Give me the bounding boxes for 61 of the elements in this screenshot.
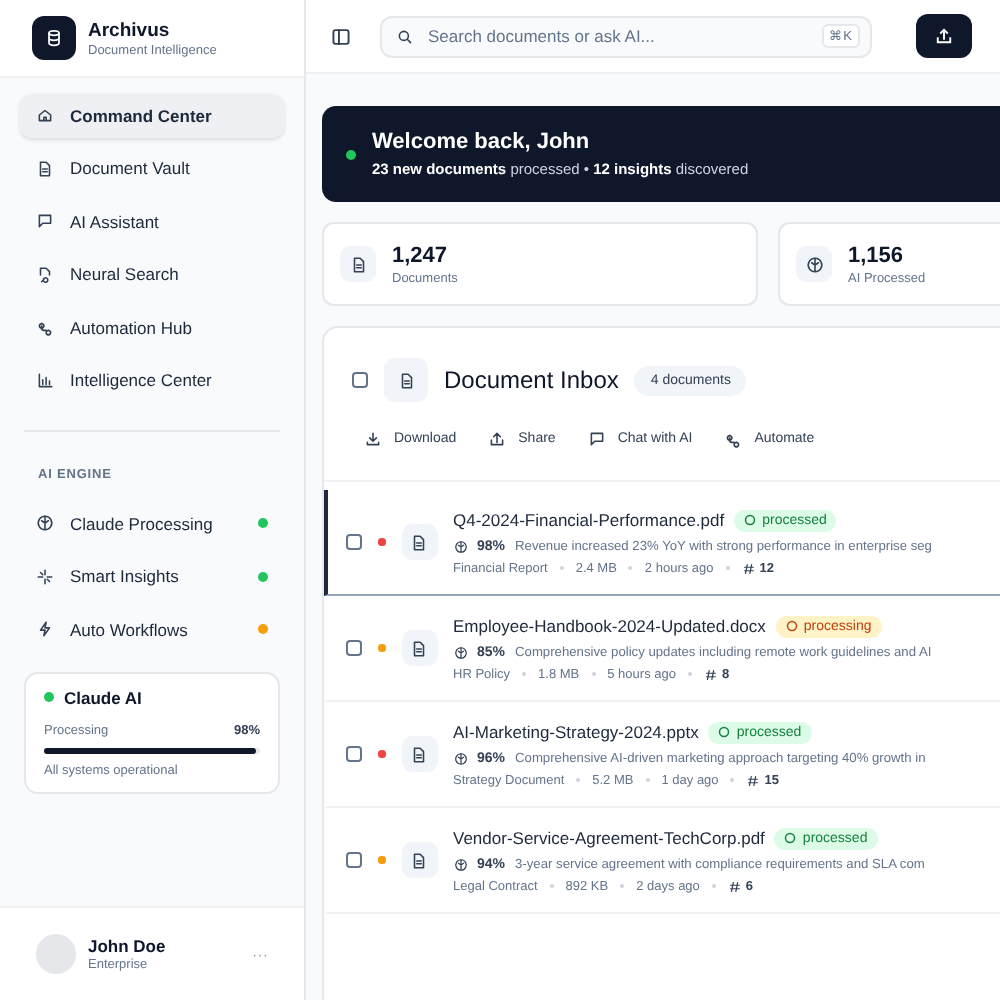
stat-value: 1,156 bbox=[848, 243, 906, 267]
upload-button[interactable] bbox=[916, 14, 972, 58]
file-icon bbox=[410, 533, 428, 551]
stat-value: 1,247 bbox=[392, 243, 450, 267]
tag-icon bbox=[746, 773, 761, 787]
file-icon bbox=[410, 745, 428, 763]
engine-icon bbox=[36, 567, 54, 586]
engine-item[interactable]: Smart Insights bbox=[20, 555, 284, 598]
engine-item[interactable]: Auto Workflows bbox=[20, 608, 284, 651]
avatar-circle bbox=[36, 934, 76, 974]
file-name: Vendor-Service-Agreement-TechCorp.pdf bbox=[453, 828, 765, 848]
stat-icon bbox=[805, 255, 823, 273]
select-all-checkbox[interactable] bbox=[352, 372, 368, 388]
nav-item[interactable]: Document Vault bbox=[20, 147, 284, 190]
inbox-title: Document Inbox bbox=[444, 366, 619, 394]
tag-icon bbox=[703, 667, 718, 681]
engine-icon bbox=[36, 514, 54, 533]
search-icon bbox=[396, 27, 414, 45]
nav-icon bbox=[36, 371, 54, 390]
ai-icon bbox=[453, 645, 467, 659]
user-name: John Doe bbox=[88, 936, 168, 956]
file-icon bbox=[410, 851, 428, 869]
nav-item[interactable]: Command Center bbox=[20, 94, 284, 137]
status-dot bbox=[346, 149, 356, 159]
share-icon bbox=[488, 430, 507, 448]
engine-icon bbox=[36, 620, 54, 639]
tag-icon bbox=[727, 879, 742, 893]
ai-icon bbox=[453, 751, 467, 765]
sidebar-toggle-icon[interactable] bbox=[330, 25, 352, 47]
document-icon bbox=[397, 371, 415, 389]
row-checkbox[interactable] bbox=[346, 640, 362, 656]
file-name: AI-Marketing-Strategy-2024.pptx bbox=[453, 722, 699, 742]
upload-icon bbox=[934, 26, 954, 46]
nav-icon bbox=[36, 318, 54, 337]
brand-name: Archivus bbox=[88, 19, 172, 41]
chat-icon bbox=[587, 430, 606, 448]
nav-item[interactable]: AI Assistant bbox=[20, 200, 284, 243]
nav-item[interactable]: Intelligence Center bbox=[20, 359, 284, 402]
nav-icon bbox=[36, 106, 54, 125]
nav-item[interactable]: Neural Search bbox=[20, 253, 284, 296]
stat-icon bbox=[349, 255, 367, 273]
row-checkbox[interactable] bbox=[346, 852, 362, 868]
tag-icon bbox=[741, 561, 756, 575]
welcome-title: Welcome back, John bbox=[372, 130, 592, 154]
file-name: Q4-2024-Financial-Performance.pdf bbox=[453, 510, 725, 530]
file-icon bbox=[410, 639, 428, 657]
download-icon bbox=[364, 430, 382, 448]
flow-icon bbox=[724, 430, 743, 448]
nav-item[interactable]: Automation Hub bbox=[20, 306, 284, 349]
nav-icon bbox=[36, 159, 54, 178]
engine-item[interactable]: Claude Processing bbox=[20, 502, 284, 545]
nav-icon bbox=[36, 265, 54, 284]
ai-icon bbox=[453, 857, 467, 871]
row-checkbox[interactable] bbox=[346, 746, 362, 762]
status-dot bbox=[44, 692, 54, 702]
file-name: Employee-Handbook-2024-Updated.docx bbox=[453, 616, 766, 636]
ai-card-title: Claude AI bbox=[64, 687, 142, 707]
database-logo-icon bbox=[32, 16, 76, 60]
ai-icon bbox=[453, 539, 467, 553]
row-checkbox[interactable] bbox=[346, 534, 362, 550]
nav-icon bbox=[36, 212, 54, 231]
